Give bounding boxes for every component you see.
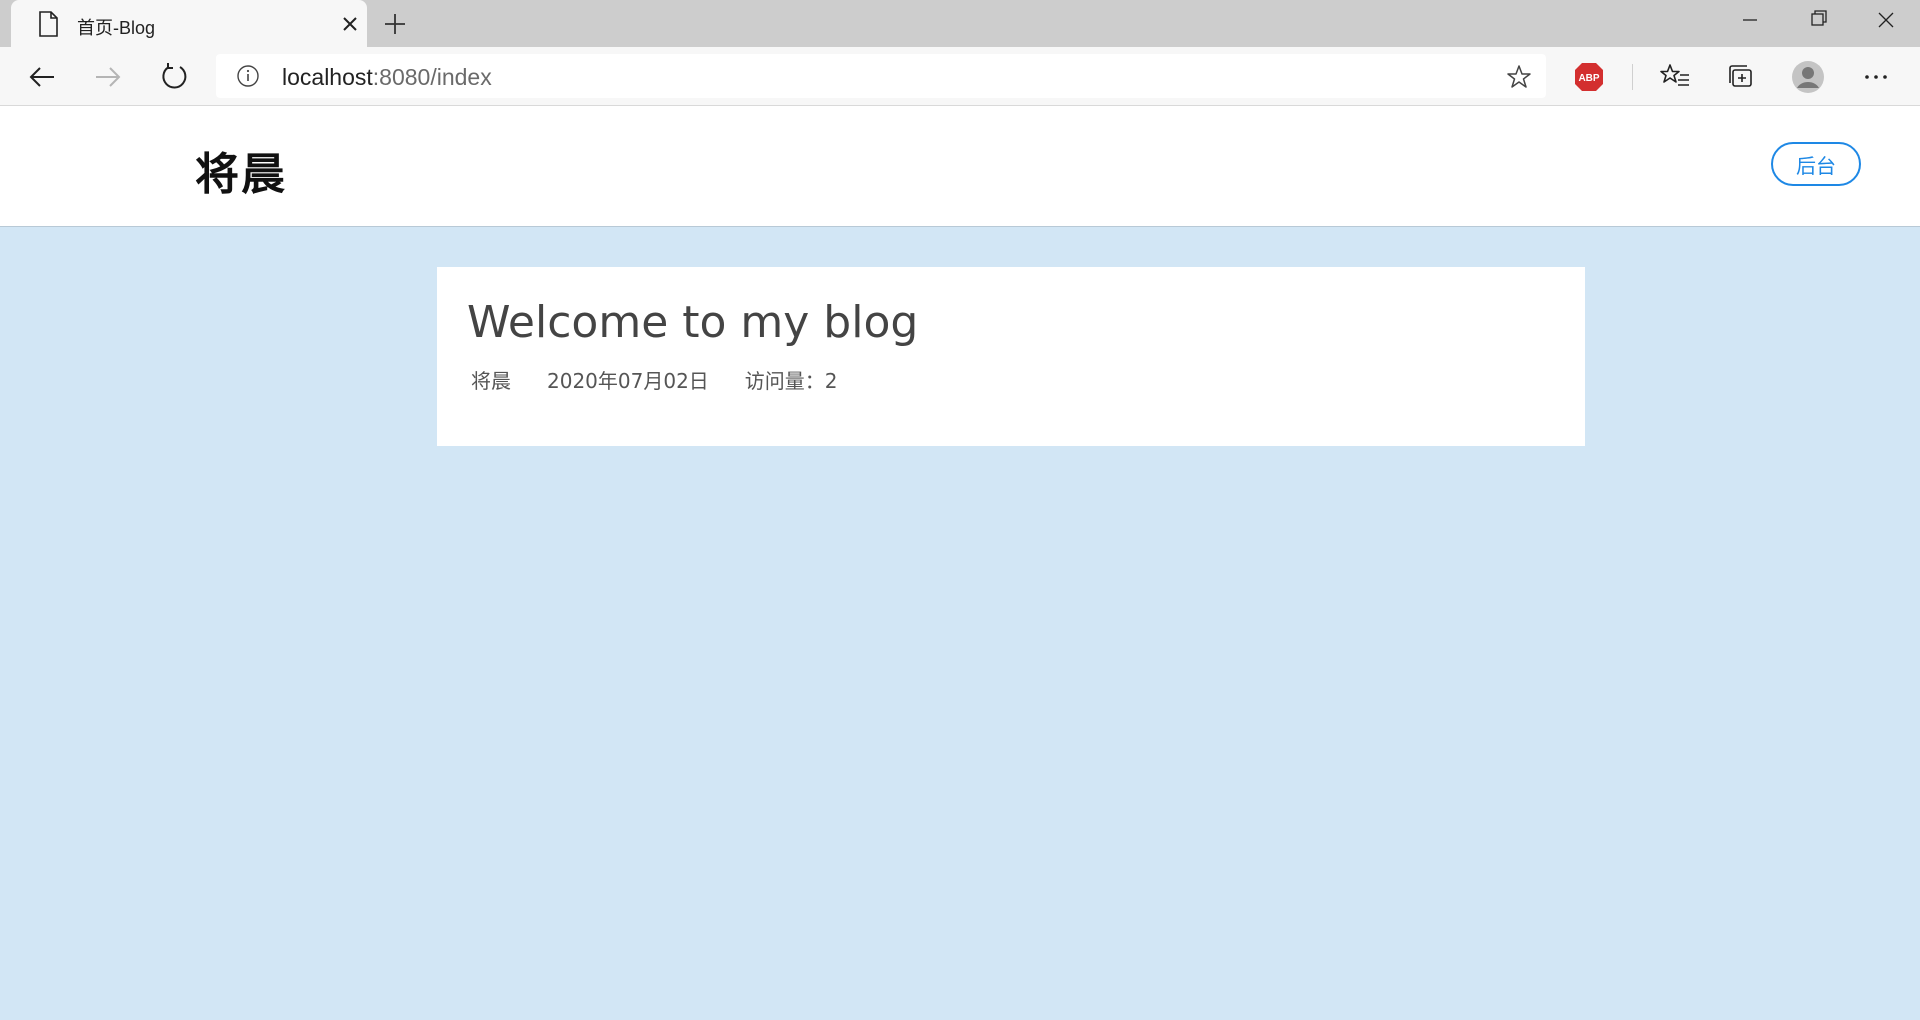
more-menu-icon[interactable] bbox=[1858, 59, 1894, 95]
restore-icon[interactable] bbox=[1798, 5, 1838, 35]
svg-text:ABP: ABP bbox=[1578, 73, 1599, 84]
post-title[interactable]: Welcome to my blog bbox=[467, 297, 918, 348]
site-header: 将晨 后台 bbox=[0, 106, 1920, 227]
site-logo[interactable]: 将晨 bbox=[195, 138, 287, 202]
back-icon[interactable] bbox=[24, 59, 60, 95]
post-card: Welcome to my blog 将晨 2020年07月02日 访问量：2 bbox=[437, 267, 1585, 446]
adblock-icon[interactable]: ABP bbox=[1571, 59, 1607, 95]
url-host: localhost bbox=[282, 64, 373, 90]
post-views: 访问量：2 bbox=[744, 369, 838, 393]
page-icon bbox=[39, 11, 58, 37]
tab-strip: 首页-Blog bbox=[0, 0, 1920, 48]
close-tab-icon[interactable] bbox=[338, 12, 362, 36]
url-text[interactable]: localhost:8080/index bbox=[282, 64, 492, 91]
favorite-star-icon[interactable] bbox=[1506, 64, 1532, 90]
collections-icon[interactable] bbox=[1723, 59, 1759, 95]
refresh-icon[interactable] bbox=[156, 59, 192, 95]
favorites-icon[interactable] bbox=[1657, 59, 1693, 95]
url-path: :8080/index bbox=[372, 64, 492, 90]
tab-title: 首页-Blog bbox=[77, 18, 156, 38]
admin-button[interactable]: 后台 bbox=[1771, 142, 1861, 186]
profile-avatar-icon[interactable] bbox=[1790, 59, 1826, 95]
close-window-icon[interactable] bbox=[1866, 5, 1906, 35]
forward-icon[interactable] bbox=[90, 59, 126, 95]
toolbar-separator bbox=[1632, 64, 1633, 90]
browser-toolbar: localhost:8080/index ABP bbox=[0, 47, 1920, 106]
browser-tab[interactable]: 首页-Blog bbox=[11, 0, 367, 48]
post-meta: 将晨 2020年07月02日 访问量：2 bbox=[471, 365, 838, 394]
minimize-icon[interactable] bbox=[1730, 5, 1770, 35]
post-date: 2020年07月02日 bbox=[547, 369, 709, 393]
info-icon[interactable] bbox=[236, 64, 260, 88]
address-bar[interactable]: localhost:8080/index bbox=[216, 54, 1546, 98]
post-author: 将晨 bbox=[471, 369, 511, 393]
new-tab-icon[interactable] bbox=[381, 10, 409, 38]
